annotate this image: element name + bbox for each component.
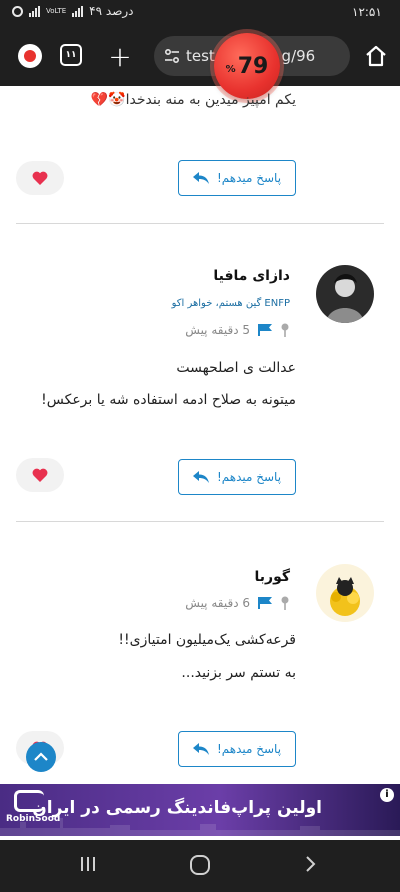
badge-unit: % — [225, 63, 236, 75]
avatar[interactable] — [316, 265, 374, 323]
comment-line: به تستم سر بزنید... — [181, 665, 296, 681]
extension-icon[interactable] — [18, 44, 42, 68]
home-icon[interactable] — [362, 42, 390, 70]
flag-icon[interactable] — [258, 597, 272, 609]
flag-icon[interactable] — [258, 324, 272, 336]
comment-line: عدالت ی اصلحهست — [176, 360, 296, 376]
plus-icon[interactable]: + — [106, 40, 134, 73]
comment-time: 5 دقیقه پیش — [185, 323, 250, 337]
comment-meta: 5 دقیقه پیش — [185, 323, 290, 337]
reply-arrow-icon — [192, 172, 209, 184]
partial-comment-text: یکم امپیز میدین به منه بندخدا🤡💔 — [90, 92, 296, 108]
tune-icon — [164, 48, 180, 64]
divider — [16, 521, 384, 522]
user-tag: ENFP گین هستم، خواهر اکو — [171, 298, 290, 309]
username[interactable]: گوربا — [255, 569, 291, 585]
avatar[interactable] — [316, 564, 374, 622]
comment-line: میتونه به صلاح ادمه استفاده شه یا برعکس! — [41, 392, 296, 408]
badge-value: 79 — [237, 53, 269, 79]
scroll-top-button[interactable] — [26, 742, 56, 772]
clock: ۱۲:۵۱ — [352, 5, 382, 19]
comments-area: یکم امپیز میدین به منه بندخدا🤡💔 پاسخ مید… — [0, 86, 400, 840]
home-circle-icon[interactable] — [189, 854, 211, 876]
back-icon[interactable] — [302, 854, 318, 874]
system-nav-bar — [0, 840, 400, 892]
comment-time: 6 دقیقه پیش — [185, 596, 250, 610]
ad-info-icon[interactable]: i — [380, 788, 394, 802]
reply-button[interactable]: پاسخ میدهم! — [178, 731, 296, 767]
status-bar: VoLTE ۴۹ درصد ۱۲:۵۱ — [0, 0, 400, 26]
ad-banner[interactable]: RobinSood اولین پراپ‌فاندینگ رسمی در ایر… — [0, 784, 400, 836]
net-label: VoLTE — [46, 6, 67, 15]
pin-icon[interactable] — [280, 323, 290, 337]
reply-button[interactable]: پاسخ میدهم! — [178, 459, 296, 495]
like-button[interactable] — [16, 458, 64, 492]
comment-meta: 6 دقیقه پیش — [185, 596, 290, 610]
ad-headline: اولین پراپ‌فاندینگ رسمی در ایران — [32, 798, 322, 818]
pin-icon[interactable] — [280, 596, 290, 610]
tabs-icon[interactable]: ۱۱ — [60, 44, 82, 66]
divider — [16, 223, 384, 224]
reply-button[interactable]: پاسخ میدهم! — [178, 160, 296, 196]
reply-label: پاسخ میدهم! — [216, 742, 282, 756]
battery-label: ۴۹ درصد — [89, 4, 134, 18]
signal-icon — [29, 5, 40, 17]
reply-arrow-icon — [192, 743, 209, 755]
reply-label: پاسخ میدهم! — [216, 171, 282, 185]
heart-icon — [32, 468, 48, 482]
heart-icon — [32, 171, 48, 185]
chevron-up-icon — [34, 752, 48, 761]
alarm-icon — [12, 5, 23, 17]
status-icons: VoLTE ۴۹ درصد — [12, 4, 134, 18]
tab-count: ۱۱ — [65, 50, 77, 60]
browser-toolbar: ۱۱ + test g/96 — [0, 26, 400, 86]
comment-line: قرعه‌کشی یک‌میلیون امتیازی!! — [118, 632, 296, 648]
reply-label: پاسخ میدهم! — [216, 470, 282, 484]
reply-arrow-icon — [192, 471, 209, 483]
username[interactable]: دازای مافیا — [213, 268, 290, 284]
signal-icon-2 — [72, 5, 84, 17]
recents-icon[interactable] — [78, 854, 98, 874]
like-button[interactable] — [16, 161, 64, 195]
